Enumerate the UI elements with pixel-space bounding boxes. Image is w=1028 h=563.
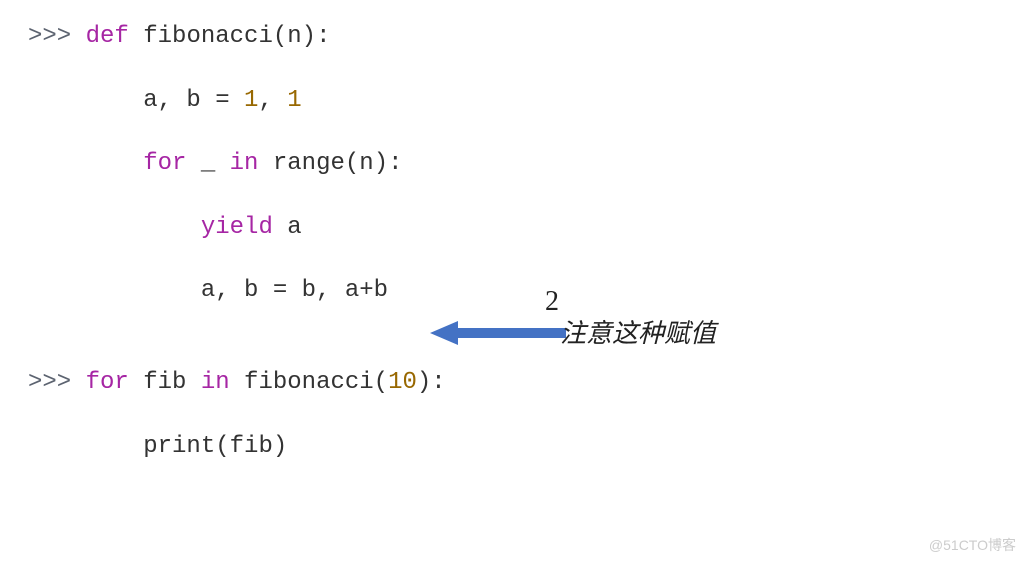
- builtin-range: range: [273, 150, 345, 177]
- arrow-annotation: [430, 318, 570, 348]
- number-literal: 10: [388, 369, 417, 396]
- code-block: >>> def fibonacci(n): a, b = 1, 1 for _ …: [0, 0, 1028, 513]
- keyword-yield: yield: [201, 214, 273, 241]
- code-line: >>> def fibonacci(n):: [28, 20, 1000, 54]
- number-literal: 1: [244, 87, 258, 114]
- code-line: >>> for fib in fibonacci(10):: [28, 366, 1000, 400]
- watermark: @51CTO博客: [929, 535, 1016, 555]
- code-line: yield a: [28, 211, 1000, 245]
- builtin-print: print: [143, 433, 215, 460]
- prompt: >>>: [28, 23, 86, 50]
- arrow-left-icon: [430, 318, 570, 348]
- number-literal: 1: [287, 87, 301, 114]
- prompt: >>>: [28, 369, 86, 396]
- annotation-number: 2: [545, 286, 559, 318]
- keyword-in: in: [230, 150, 259, 177]
- paren: (n):: [273, 23, 331, 50]
- code-line: a, b = b, a+b: [28, 274, 1000, 308]
- function-name: fibonacci: [143, 23, 273, 50]
- keyword-for: for: [86, 369, 129, 396]
- keyword-def: def: [86, 23, 129, 50]
- keyword-in: in: [201, 369, 230, 396]
- code-line: a, b = 1, 1: [28, 84, 1000, 118]
- keyword-for: for: [143, 150, 186, 177]
- annotation-text: 注意这种赋值: [560, 313, 716, 350]
- code-line: print(fib): [28, 430, 1000, 464]
- code-line: for _ in range(n):: [28, 147, 1000, 181]
